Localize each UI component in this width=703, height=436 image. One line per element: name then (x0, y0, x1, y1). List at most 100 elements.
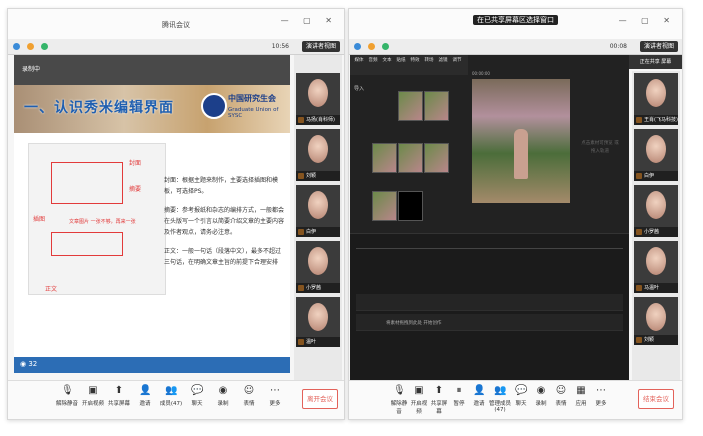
timeline-track[interactable] (356, 294, 623, 311)
share-screen-button[interactable]: ⬆ 共享屏幕 (429, 385, 449, 415)
participant-video[interactable]: 刘颖 (296, 129, 340, 181)
participant-video[interactable]: 马温叶 (634, 241, 678, 293)
chat-button[interactable]: 💬 聊天 (511, 385, 531, 407)
participant-video[interactable]: 白伊 (634, 129, 678, 181)
info-icon[interactable] (367, 43, 375, 50)
more-button[interactable]: ⋯ 更多 (262, 385, 288, 407)
media-thumbnail[interactable] (372, 143, 397, 173)
emoji-button[interactable]: ☺ 表情 (551, 385, 571, 407)
annotation-label: 封面 (129, 160, 142, 167)
media-thumbnail[interactable] (424, 91, 449, 121)
slide-banner: 一、认识秀米编辑界面 中国研究生会 Graduate Union of SYSC (14, 85, 290, 133)
members-icon: 👥 (494, 385, 507, 396)
video-button[interactable]: ▣ 开启视频 (409, 385, 429, 415)
mute-button[interactable]: 🎙 解除静音 (389, 385, 409, 415)
leave-meeting-button[interactable]: 离开会议 (302, 389, 338, 409)
annotation-label: 摘要 (129, 186, 142, 193)
participant-video[interactable]: 小罗茜 (296, 241, 340, 293)
layout-button[interactable]: 演讲者视图 (639, 41, 678, 52)
mute-button[interactable]: 🎙 解除静音 (54, 385, 80, 407)
recording-bar: 录制中 (14, 55, 290, 85)
recording-label: 录制中 (22, 66, 41, 73)
share-indicator[interactable]: 正在共享 屏幕 (629, 55, 682, 69)
more-icon: ⋯ (596, 385, 606, 396)
editor-tab[interactable]: 特效 (408, 57, 422, 73)
invite-icon: 👤 (473, 385, 486, 396)
emoji-icon: ☺ (243, 385, 255, 396)
window-controls[interactable]: — ▢ ✕ (619, 11, 676, 31)
top-nav-bar: 10:56 演讲者视图 (8, 39, 344, 55)
network-icon[interactable] (354, 43, 361, 50)
editor-tab[interactable]: 文本 (380, 57, 394, 73)
org-logo-icon (201, 93, 227, 119)
highlight-box (51, 232, 123, 256)
chat-icon: 💬 (515, 385, 528, 396)
participant-video[interactable]: 温叶 (296, 297, 340, 347)
editor-tab[interactable]: 贴纸 (394, 57, 408, 73)
slide-screenshot: 封面 摘要 正文 文章图片 一张不够，再来一张 插图 (28, 143, 166, 295)
apps-icon: ▦ (576, 385, 586, 396)
invite-button[interactable]: 👤 邀请 (132, 385, 158, 407)
media-thumbnail[interactable] (398, 191, 423, 221)
share-screen-button[interactable]: ⬆ 共享屏幕 (106, 385, 132, 407)
media-thumbnail[interactable] (398, 91, 423, 121)
invite-button[interactable]: 👤 邀请 (469, 385, 489, 407)
editor-tab[interactable]: 媒体 (352, 57, 366, 73)
page-indicator: ◉ 32 (20, 360, 38, 368)
video-preview[interactable] (472, 79, 570, 203)
participant-video[interactable]: 白伊 (296, 185, 340, 237)
participant-video[interactable]: 刘颖 (634, 297, 678, 345)
annotation-label: 插图 (33, 216, 46, 223)
security-icon[interactable] (40, 43, 48, 50)
participant-video[interactable]: 王肖(飞马科技) (634, 73, 678, 125)
org-name: 中国研究生会 (228, 94, 276, 103)
more-button[interactable]: ⋯ 更多 (591, 385, 611, 407)
record-icon: ◉ (536, 385, 546, 396)
record-button[interactable]: ◉ 录制 (210, 385, 236, 407)
timeline-track[interactable]: 将素材拖拽到此处 开始创作 (356, 314, 623, 331)
info-icon[interactable] (26, 43, 34, 50)
editor-tab[interactable]: 滤镜 (436, 57, 450, 73)
members-button[interactable]: 👥 管理成员(47) (489, 385, 511, 413)
timeline-ruler[interactable] (356, 240, 623, 249)
network-icon[interactable] (13, 43, 20, 50)
media-thumbnail[interactable] (398, 143, 423, 173)
emoji-button[interactable]: ☺ 表情 (236, 385, 262, 407)
layout-button[interactable]: 演讲者视图 (301, 41, 340, 52)
security-icon[interactable] (381, 43, 389, 50)
preview-subject (514, 129, 528, 179)
preview-time: 00:00:00 (472, 71, 490, 76)
editor-tab[interactable]: 音频 (366, 57, 380, 73)
participant-video[interactable]: 小罗茜 (634, 185, 678, 237)
editor-tab[interactable]: 调节 (450, 57, 464, 73)
media-thumbnail[interactable] (424, 143, 449, 173)
apps-button[interactable]: ▦ 应用 (571, 385, 591, 407)
record-button[interactable]: ◉ 录制 (531, 385, 551, 407)
members-button[interactable]: 👥 成员(47) (158, 385, 184, 407)
participant-video[interactable]: 马扬(肖科师) (296, 73, 340, 125)
chat-icon: 💬 (191, 385, 204, 396)
end-meeting-button[interactable]: 结束会议 (638, 389, 674, 409)
members-icon: 👥 (165, 385, 178, 396)
org-subtitle: Graduate Union of SYSC (228, 107, 279, 119)
editor-tab[interactable]: 转场 (422, 57, 436, 73)
video-editor-screen: 媒体 音频 文本 贴纸 特效 转场 滤镜 调节 导入 00:00:00 点击素材… (350, 55, 629, 380)
chat-button[interactable]: 💬 聊天 (184, 385, 210, 407)
annotation-label: 文章图片 一张不够，再来一张 (69, 219, 136, 225)
slide-bullets: 封面：根据主题来制作，主要选择插图和模板，可选择PS。 摘要：参考报纸和杂志的编… (164, 175, 284, 276)
preview-hint: 点击素材可预览 或拖入轨道 (581, 141, 619, 154)
meeting-toolbar: 🎙 解除静音 ▣ 开启视频 ⬆ 共享屏幕 👤 邀请 👥 成员(47) 💬 聊天 ◉ 录制 ☺ 表… (8, 380, 344, 419)
media-thumbnail[interactable] (372, 191, 397, 221)
pause-share-button[interactable]: ⏸ 暂停 (449, 385, 469, 407)
timeline-panel[interactable]: 将素材拖拽到此处 开始创作 (350, 233, 629, 380)
right-meeting-window: 在已共享屏幕区选择窗口 — ▢ ✕ 00:08 演讲者视图 媒体 音频 文本 贴… (348, 8, 683, 420)
participant-list[interactable]: 王肖(飞马科技) 白伊 小罗茜 马温叶 刘颖 (632, 71, 680, 380)
highlight-box (51, 162, 123, 204)
top-nav-bar: 00:08 演讲者视图 (349, 39, 682, 55)
import-label[interactable]: 导入 (354, 85, 364, 92)
invite-icon: 👤 (139, 385, 152, 396)
video-button[interactable]: ▣ 开启视频 (80, 385, 106, 407)
participant-list[interactable]: 马扬(肖科师) 刘颖 白伊 小罗茜 温叶 (294, 55, 342, 380)
window-controls[interactable]: — ▢ ✕ (281, 11, 338, 31)
more-icon: ⋯ (270, 385, 280, 396)
